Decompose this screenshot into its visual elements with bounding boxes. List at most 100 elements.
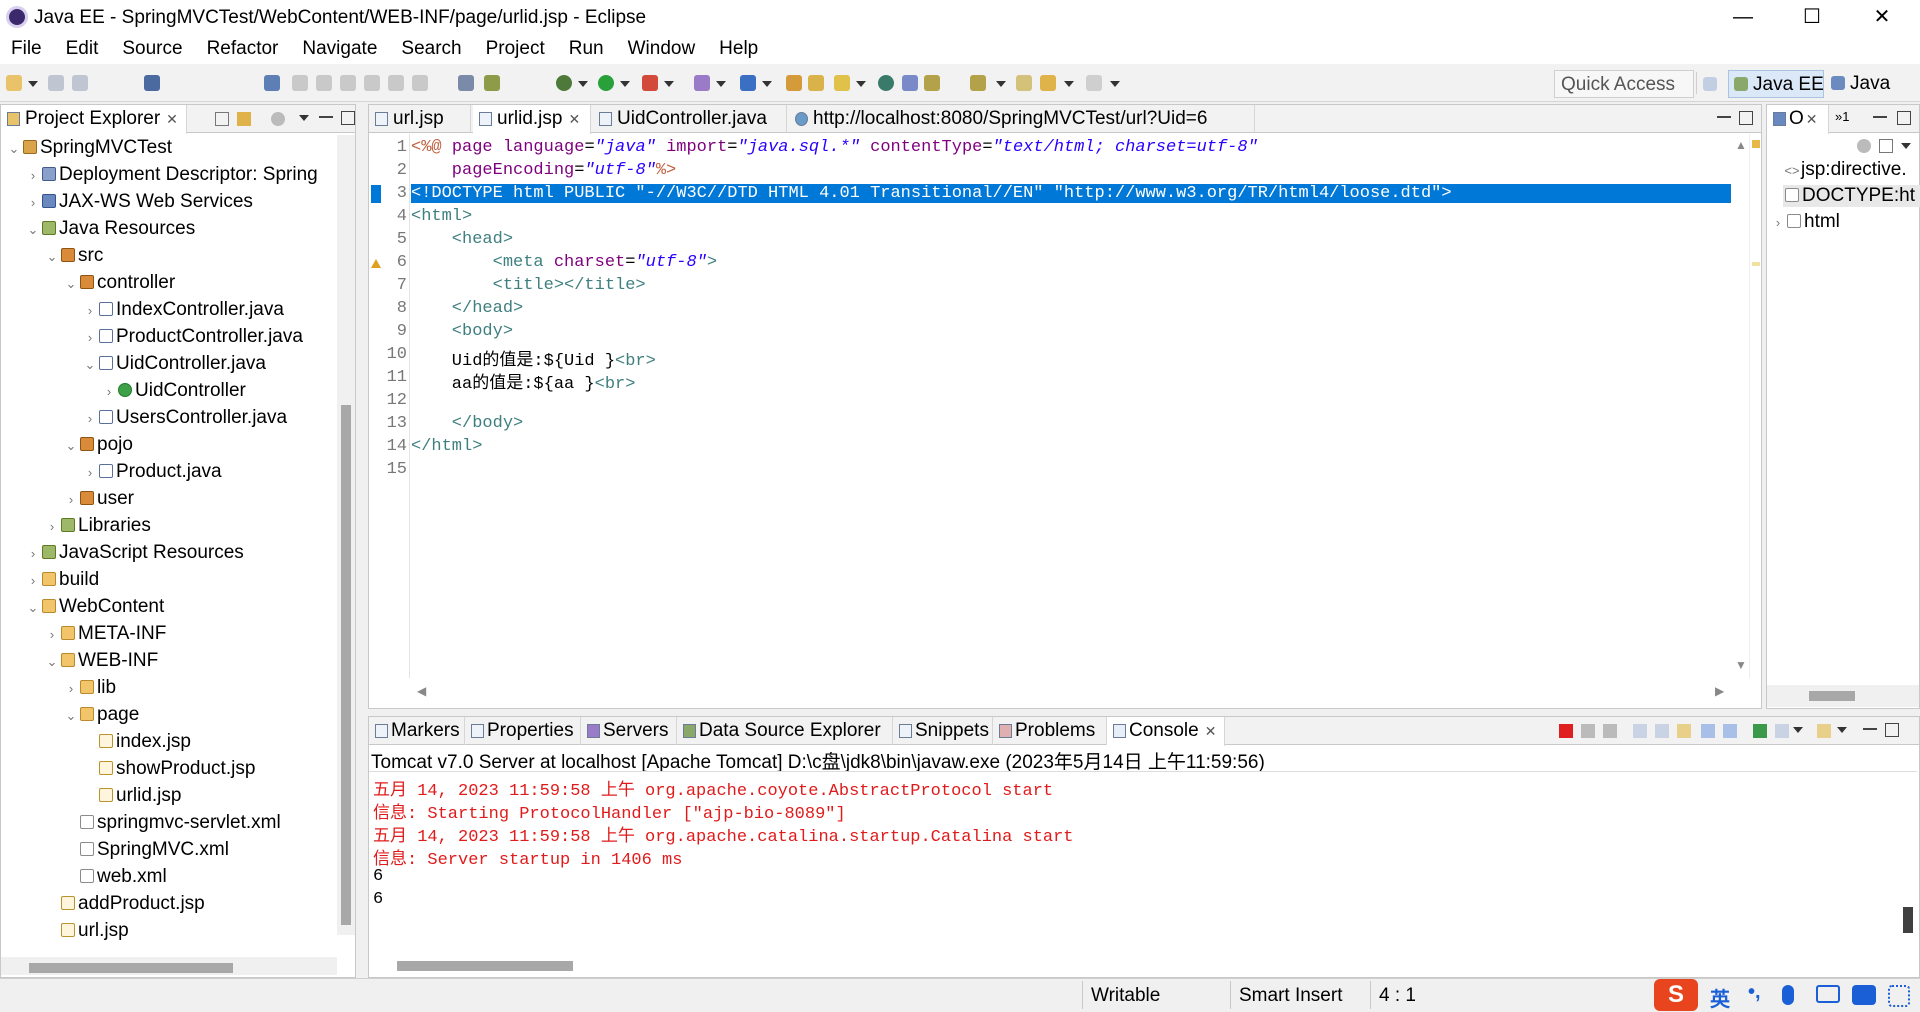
collapse-all-icon[interactable] <box>1879 139 1893 153</box>
tree-item[interactable]: ⌄ page <box>64 704 140 726</box>
expand-icon[interactable]: › <box>26 192 40 214</box>
outline-item[interactable]: › html <box>1771 211 1840 233</box>
close-window-button[interactable]: ✕ <box>1862 4 1902 30</box>
minimize-button[interactable]: — <box>1723 4 1763 30</box>
sort-icon[interactable] <box>1857 139 1871 153</box>
remove-launch-icon[interactable] <box>1581 724 1595 738</box>
suspend-icon[interactable] <box>316 75 332 91</box>
save-all-icon[interactable] <box>72 75 88 91</box>
menu-project[interactable]: Project <box>486 38 545 60</box>
view-menu-icon[interactable] <box>1901 143 1911 149</box>
menu-file[interactable]: File <box>11 38 42 60</box>
menu-search[interactable]: Search <box>401 38 461 60</box>
step-over-icon[interactable] <box>388 75 404 91</box>
code-area[interactable]: <%@ page language="java" import="java.sq… <box>409 134 1731 678</box>
maximize-view-icon[interactable] <box>341 111 355 125</box>
debug-icon[interactable] <box>556 75 572 91</box>
microphone-icon[interactable] <box>1782 985 1794 1005</box>
tree-item[interactable]: ⌄ WebContent <box>26 596 165 618</box>
console-vertical-scroll-thumb[interactable] <box>1903 907 1913 933</box>
tree-vertical-scroll-thumb[interactable] <box>341 405 351 925</box>
quick-access-input[interactable]: Quick Access <box>1554 70 1694 98</box>
collapse-icon[interactable]: ⌄ <box>7 138 21 160</box>
external-dropdown-icon[interactable] <box>664 81 674 87</box>
server-dropdown-icon[interactable] <box>716 81 726 87</box>
tree-item[interactable]: ⌄ Java Resources <box>26 218 196 241</box>
maximize-view-icon[interactable] <box>1897 111 1911 125</box>
tree-item[interactable]: › IndexController.java <box>83 299 284 321</box>
terminate-icon[interactable] <box>1559 724 1573 738</box>
next-annotation-dropdown-icon[interactable] <box>996 81 1006 87</box>
ime-language-toggle[interactable]: 英 <box>1710 983 1730 1012</box>
ime-menu-icon[interactable] <box>1888 985 1910 1007</box>
new-java-class-icon[interactable] <box>740 75 756 91</box>
minimize-view-icon[interactable] <box>1863 728 1877 730</box>
tab-project-explorer[interactable]: Project Explorer ✕ <box>1 105 187 134</box>
outline-item[interactable]: DOCTYPE:ht <box>1783 185 1920 207</box>
debug-dropdown-icon[interactable] <box>578 81 588 87</box>
tree-item[interactable]: › UsersController.java <box>83 407 287 429</box>
tree-item[interactable]: ⌄ pojo <box>64 434 133 456</box>
run-dropdown-icon[interactable] <box>620 81 630 87</box>
tree-item[interactable]: › UidController <box>102 380 246 402</box>
tree-item[interactable]: › META-INF <box>45 623 166 645</box>
ime-punctuation-icon[interactable]: •, <box>1748 981 1761 1004</box>
open-perspective-icon[interactable] <box>1700 74 1722 102</box>
open-task-icon[interactable] <box>808 75 824 91</box>
web-browser-icon[interactable] <box>878 75 894 91</box>
tab-snippets[interactable]: Snippets <box>893 717 993 745</box>
new-dropdown-icon[interactable] <box>28 81 38 87</box>
tree-item[interactable]: ⌄ src <box>45 245 104 268</box>
next-annotation-icon[interactable] <box>970 75 986 91</box>
outline-item[interactable]: <>jsp:directive. <box>1783 159 1906 181</box>
minimize-view-icon[interactable] <box>319 116 333 118</box>
pin-console-icon[interactable] <box>1753 724 1767 738</box>
console-horizontal-scrollbar[interactable] <box>369 955 1897 977</box>
scroll-left-icon[interactable]: ◀ <box>417 684 426 698</box>
more-views-button[interactable]: »1 <box>1835 109 1849 124</box>
scroll-lock-icon[interactable] <box>1655 724 1669 738</box>
save-icon[interactable] <box>48 75 64 91</box>
tree-horizontal-scroll-thumb[interactable] <box>29 963 233 973</box>
back-icon[interactable] <box>1040 75 1056 91</box>
ime-logo-icon[interactable]: S <box>1654 979 1698 1011</box>
step-return-icon[interactable] <box>412 75 428 91</box>
expand-icon[interactable]: › <box>26 543 40 565</box>
tab-uidcontroller-java[interactable]: UidController.java <box>593 105 787 133</box>
keyboard-icon[interactable] <box>1816 985 1840 1003</box>
collapse-icon[interactable]: ⌄ <box>26 219 40 241</box>
tab-browser[interactable]: http://localhost:8080/SpringMVCTest/url?… <box>789 105 1255 133</box>
tab-urlid-jsp[interactable]: urlid.jsp ✕ <box>473 105 591 134</box>
collapse-all-icon[interactable] <box>215 112 229 126</box>
expand-icon[interactable]: › <box>83 462 97 484</box>
search-dropdown-icon[interactable] <box>856 81 866 87</box>
back-dropdown-icon[interactable] <box>1064 81 1074 87</box>
view-filter-icon[interactable] <box>271 112 285 126</box>
run-external-icon[interactable] <box>642 75 658 91</box>
class-dropdown-icon[interactable] <box>762 81 772 87</box>
perspective-java[interactable]: Java <box>1826 70 1906 98</box>
menu-source[interactable]: Source <box>122 38 182 60</box>
outline-scroll-thumb[interactable] <box>1809 691 1855 701</box>
expand-icon[interactable]: › <box>83 408 97 430</box>
tree-item[interactable]: ⌄ SpringMVCTest <box>7 137 172 159</box>
console-vertical-scrollbar[interactable] <box>1897 773 1917 949</box>
collapse-icon[interactable]: ⌄ <box>45 246 59 268</box>
console-horizontal-scroll-thumb[interactable] <box>397 961 573 971</box>
console-output[interactable]: 五月 14, 2023 11:59:58 上午 org.apache.coyot… <box>369 773 1889 943</box>
tree-item[interactable]: ⌄ UidController.java <box>83 353 266 375</box>
expand-icon[interactable]: › <box>45 516 59 538</box>
expand-icon[interactable]: › <box>26 570 40 592</box>
search-icon[interactable] <box>834 75 850 91</box>
scroll-up-icon[interactable]: ▲ <box>1735 138 1747 152</box>
editor-vertical-scrollbar[interactable]: ▲ ▼ <box>1731 134 1749 678</box>
new-server-icon[interactable] <box>694 75 710 91</box>
tree-item[interactable]: › Product.java <box>83 461 222 483</box>
tree-item[interactable]: ⌄ controller <box>64 272 176 294</box>
open-console-dropdown-icon[interactable] <box>1837 727 1847 733</box>
open-console-icon[interactable] <box>1817 724 1831 738</box>
tab-data-source-explorer[interactable]: Data Source Explorer <box>677 717 893 745</box>
clear-console-icon[interactable] <box>1633 724 1647 738</box>
outline-horizontal-scrollbar[interactable] <box>1767 685 1919 707</box>
expand-icon[interactable]: › <box>83 300 97 322</box>
